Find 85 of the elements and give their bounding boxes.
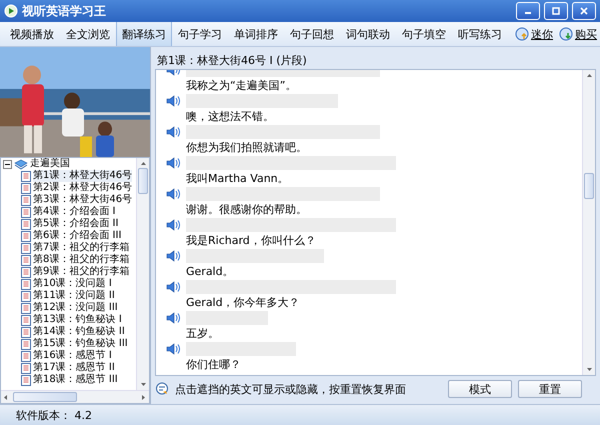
- tree-item[interactable]: 第13课：钓鱼秘诀 I: [33, 314, 122, 326]
- translation-text: Gerald，你今年多大？: [185, 294, 301, 310]
- document-icon: [21, 230, 31, 242]
- document-icon: [21, 170, 31, 182]
- version-text: 软件版本： 4.2: [16, 408, 92, 422]
- tree-item[interactable]: 第4课：介绍会面 I: [33, 206, 116, 218]
- document-icon: [21, 182, 31, 194]
- tab[interactable]: 全文浏览: [60, 22, 116, 46]
- speaker-icon[interactable]: [166, 126, 180, 138]
- speaker-icon[interactable]: [166, 312, 180, 324]
- app-logo-icon: [4, 4, 18, 18]
- tab[interactable]: 句子填空: [396, 22, 452, 46]
- tab[interactable]: 视频播放: [4, 22, 60, 46]
- tab[interactable]: 句子学习: [172, 22, 228, 46]
- window-title: 视听英语学习王: [22, 2, 107, 20]
- lesson-title: 第1课：林登大街46号 I (片段): [156, 52, 308, 68]
- tab[interactable]: 句子回想: [284, 22, 340, 46]
- tab[interactable]: 词句联动: [340, 22, 396, 46]
- tree-item[interactable]: 第12课：没问题 III: [33, 302, 118, 314]
- close-icon: [580, 7, 588, 15]
- tree-item[interactable]: 第1课：林登大街46号: [33, 170, 132, 182]
- document-icon: [21, 254, 31, 266]
- tree-item[interactable]: 第16课：感恩节 I: [33, 350, 112, 362]
- mode-button[interactable]: 模式: [448, 380, 512, 398]
- speaker-icon[interactable]: [166, 218, 180, 230]
- tree-item[interactable]: 第14课：钓鱼秘诀 II: [33, 326, 125, 338]
- scrollbar-thumb[interactable]: [584, 172, 594, 198]
- speaker-icon[interactable]: [166, 280, 180, 292]
- speaker-icon[interactable]: [166, 342, 180, 354]
- tree-item[interactable]: 第11课：没问题 II: [33, 290, 115, 302]
- maximize-icon: [552, 7, 560, 15]
- globe-upload-icon: [515, 27, 529, 41]
- translation-text: 噢，这想法不错。: [185, 108, 275, 124]
- tree-item[interactable]: 第6课：介绍会面 III: [33, 230, 122, 242]
- tree-item[interactable]: 第8课：祖父的行李箱: [33, 254, 130, 266]
- document-icon: [21, 218, 31, 230]
- document-icon: [21, 206, 31, 218]
- tree-item[interactable]: 第18课：感恩节 III: [33, 374, 118, 386]
- close-button[interactable]: [572, 2, 596, 20]
- scrollbar-thumb[interactable]: [13, 392, 77, 402]
- translation-text: 我是Richard，你叫什么？: [185, 232, 317, 248]
- speaker-icon[interactable]: [166, 188, 180, 200]
- translation-text: Gerald。: [185, 264, 235, 279]
- globe-download-icon: [559, 27, 573, 41]
- translation-text: 你们住哪？: [185, 356, 242, 372]
- document-icon: [21, 338, 31, 350]
- document-icon: [21, 326, 31, 338]
- tab[interactable]: 翻译练习: [116, 22, 172, 46]
- tab[interactable]: 单词排序: [228, 22, 284, 46]
- document-icon: [21, 350, 31, 362]
- tree-item[interactable]: 第7课：祖父的行李箱: [33, 242, 130, 254]
- document-icon: [21, 374, 31, 386]
- tree-item[interactable]: 第17课：感恩节 II: [33, 362, 115, 374]
- tree-item[interactable]: 第2课：林登大街46号: [33, 182, 132, 194]
- document-icon: [21, 302, 31, 314]
- document-icon: [21, 278, 31, 290]
- buy-link[interactable]: 购买: [556, 22, 600, 46]
- info-bubble-icon: [155, 382, 169, 396]
- scrollbar-thumb[interactable]: [138, 168, 148, 194]
- minimize-button[interactable]: [516, 2, 540, 20]
- reset-button[interactable]: 重置: [518, 380, 582, 398]
- collapse-icon[interactable]: [3, 160, 12, 168]
- hint-text: 点击遮挡的英文可显示或隐藏，按重置恢复界面: [175, 382, 407, 396]
- translation-text: 谢谢。很感谢你的帮助。: [185, 202, 308, 217]
- translation-text: 我叫Martha Vann。: [185, 170, 290, 186]
- maximize-button[interactable]: [544, 2, 568, 20]
- document-icon: [21, 314, 31, 326]
- document-icon: [21, 362, 31, 374]
- tree-item[interactable]: 第3课：林登大街46号: [33, 194, 132, 206]
- document-icon: [21, 290, 31, 302]
- translation-text: 我称之为“走遍美国”。: [185, 78, 298, 93]
- translation-text: 五岁。: [185, 326, 220, 341]
- speaker-icon[interactable]: [166, 94, 180, 106]
- tree-item[interactable]: 第9课：祖父的行李箱: [33, 266, 130, 278]
- mini-mode-link[interactable]: 迷你: [512, 22, 556, 46]
- speaker-icon[interactable]: [166, 250, 180, 262]
- translation-text: 你想为我们拍照就请吧。: [185, 140, 308, 155]
- document-icon: [21, 242, 31, 254]
- tree-item[interactable]: 第5课：介绍会面 II: [33, 218, 118, 230]
- document-icon: [21, 194, 31, 206]
- tree-item[interactable]: 第10课：没问题 I: [33, 278, 112, 290]
- speaker-icon[interactable]: [166, 156, 180, 168]
- tab[interactable]: 听写练习: [452, 22, 508, 46]
- document-icon: [21, 266, 31, 278]
- tree-item[interactable]: 第15课：钓鱼秘诀 III: [33, 338, 128, 350]
